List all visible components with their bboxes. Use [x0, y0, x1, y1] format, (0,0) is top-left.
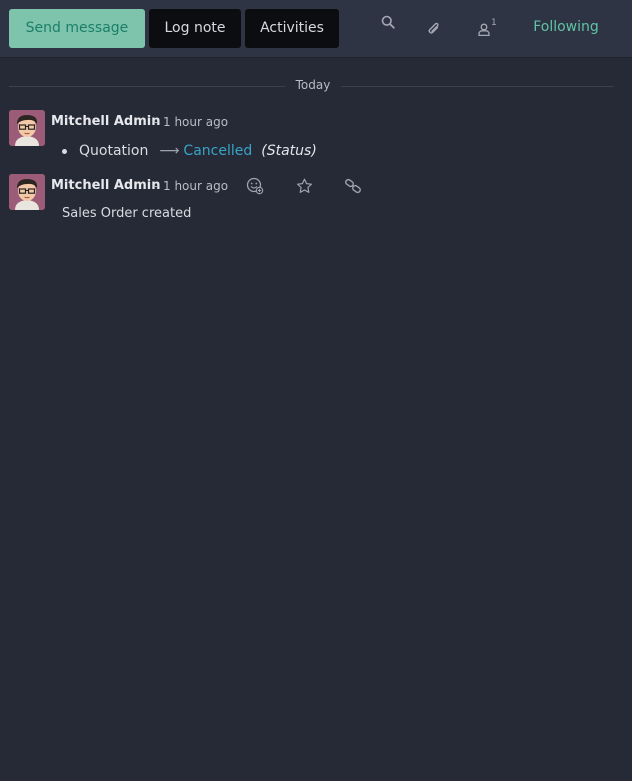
list-bullet [62, 148, 67, 154]
long-arrow-right-icon: ⟶ [159, 143, 180, 159]
message-author[interactable]: Mitchell Admin [51, 114, 160, 129]
activities-button[interactable]: Activities [245, 9, 339, 48]
following-button[interactable]: Following [526, 19, 606, 35]
follower-count: 1 [491, 18, 497, 28]
paperclip-icon[interactable] [422, 16, 446, 42]
log-note-button[interactable]: Log note [149, 9, 241, 48]
search-icon[interactable] [376, 9, 400, 35]
avatar[interactable] [9, 174, 45, 210]
send-message-button[interactable]: Send message [9, 9, 145, 48]
message-author[interactable]: Mitchell Admin [51, 178, 160, 193]
tracking-new-value: Cancelled [183, 143, 253, 159]
separator-label: Today [295, 78, 331, 92]
separator-line [9, 86, 285, 87]
star-icon[interactable] [293, 176, 315, 196]
link-icon[interactable] [342, 176, 364, 196]
tracking-old-value: Quotation [79, 143, 149, 159]
tracking-value-list: Quotation ⟶ Cancelled (Status) [62, 140, 317, 162]
message-date: 1 hour ago [163, 179, 229, 193]
separator-line [341, 86, 614, 87]
author-date-separator: - [153, 179, 158, 193]
author-date-separator: - [153, 115, 158, 129]
add-reaction-icon[interactable] [244, 176, 266, 196]
tracking-field-name: (Status) [261, 143, 317, 159]
date-separator: Today [9, 76, 614, 96]
avatar[interactable] [9, 110, 45, 146]
message-date: 1 hour ago [163, 115, 229, 129]
chatter-topbar: Send message Log note Activities 1 Follo… [0, 0, 632, 58]
message-body: Sales Order created [62, 206, 192, 221]
